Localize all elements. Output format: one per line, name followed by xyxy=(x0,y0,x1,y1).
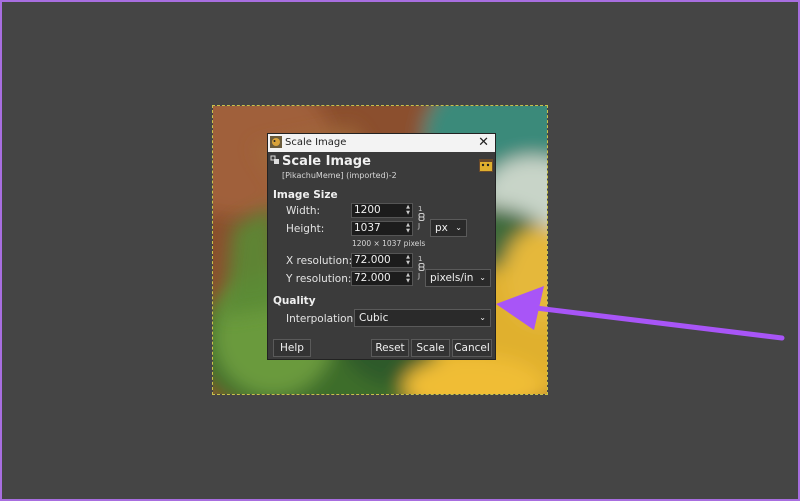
size-unit-value: px xyxy=(435,222,448,234)
spin-arrows-icon[interactable]: ▲ ▼ xyxy=(406,254,410,266)
help-button[interactable]: Help xyxy=(273,339,311,357)
width-input[interactable]: 1200 ▲ ▼ xyxy=(351,203,413,218)
dimensions-note: 1200 × 1037 pixels xyxy=(352,239,426,248)
x-resolution-value: 72.000 xyxy=(354,254,391,266)
scale-button[interactable]: Scale xyxy=(411,339,450,357)
resolution-unit-value: pixels/in xyxy=(430,272,474,284)
spin-arrows-icon[interactable]: ▲ ▼ xyxy=(406,204,410,216)
chain-top: 1 xyxy=(418,205,423,213)
chain-top: 1 xyxy=(418,255,423,263)
reset-button[interactable]: Reset xyxy=(371,339,409,357)
y-resolution-label: Y resolution: xyxy=(286,273,352,285)
resolution-unit-select[interactable]: pixels/in ⌄ xyxy=(425,269,491,287)
chevron-down-icon: ⌄ xyxy=(479,313,486,322)
cancel-button[interactable]: Cancel xyxy=(452,339,492,357)
height-value: 1037 xyxy=(354,222,381,234)
pin-icon[interactable] xyxy=(270,155,280,165)
window-title: Scale Image xyxy=(285,137,347,148)
gimp-icon xyxy=(270,136,282,148)
interpolation-value: Cubic xyxy=(359,312,389,324)
chain-icon xyxy=(418,263,425,271)
dialog-heading: Scale Image xyxy=(282,154,371,169)
y-resolution-input[interactable]: 72.000 ▲ ▼ xyxy=(351,271,413,286)
dialog-titlebar[interactable]: Scale Image ✕ xyxy=(268,134,495,152)
x-resolution-label: X resolution: xyxy=(286,255,353,267)
chain-bottom: J xyxy=(418,272,421,280)
spin-arrows-icon[interactable]: ▲ ▼ xyxy=(406,222,410,234)
resolution-chain-icon[interactable]: 1 J xyxy=(418,256,425,280)
image-name: [PikachuMeme] (imported)-2 xyxy=(282,171,397,180)
scale-image-dialog: Scale Image ✕ Scale Image [PikachuMeme] … xyxy=(267,133,496,360)
interpolation-label: Interpolation: xyxy=(286,313,357,325)
chain-bottom: J xyxy=(418,222,421,230)
y-resolution-value: 72.000 xyxy=(354,272,391,284)
width-label: Width: xyxy=(286,205,321,217)
size-unit-select[interactable]: px ⌄ xyxy=(430,219,467,237)
size-chain-icon[interactable]: 1 J xyxy=(418,206,425,230)
interpolation-select[interactable]: Cubic ⌄ xyxy=(354,309,491,327)
close-icon[interactable]: ✕ xyxy=(478,134,489,152)
height-label: Height: xyxy=(286,223,325,235)
chevron-down-icon: ⌄ xyxy=(479,273,486,282)
height-input[interactable]: 1037 ▲ ▼ xyxy=(351,221,413,236)
spin-arrows-icon[interactable]: ▲ ▼ xyxy=(406,272,410,284)
quality-heading: Quality xyxy=(273,295,316,307)
image-size-heading: Image Size xyxy=(273,189,338,201)
chevron-down-icon: ⌄ xyxy=(455,223,462,232)
width-value: 1200 xyxy=(354,204,381,216)
chain-icon xyxy=(418,213,425,221)
annotation-arrow xyxy=(496,286,785,341)
x-resolution-input[interactable]: 72.000 ▲ ▼ xyxy=(351,253,413,268)
image-thumbnail-icon xyxy=(479,159,493,172)
